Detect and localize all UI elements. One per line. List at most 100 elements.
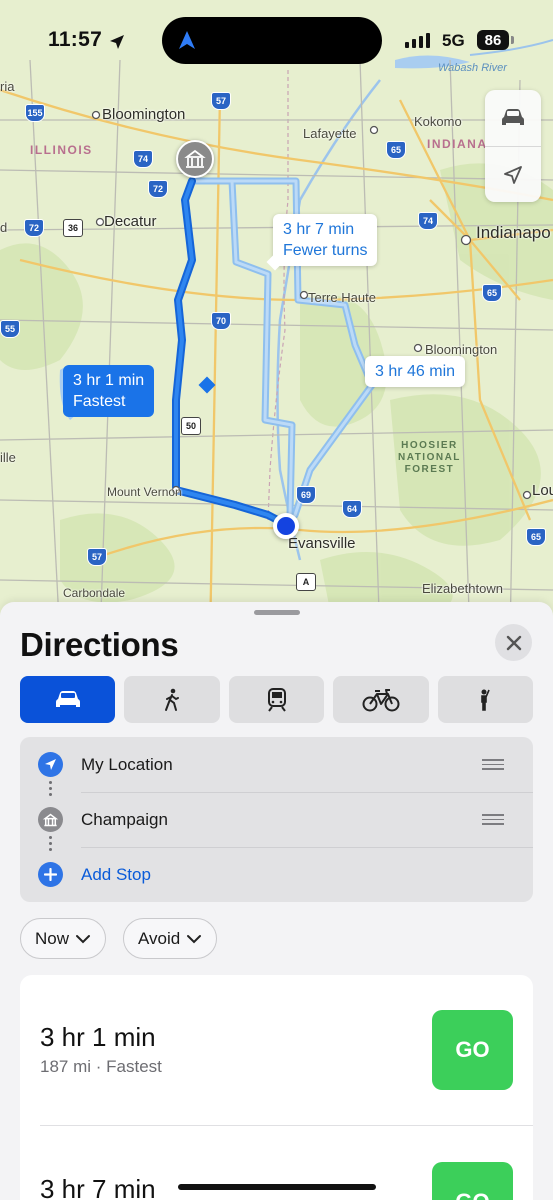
mode-rideshare-button[interactable] xyxy=(437,676,534,723)
stop-label: Champaign xyxy=(81,809,168,829)
stop-destination[interactable]: Champaign xyxy=(20,792,533,847)
walking-icon xyxy=(165,688,180,711)
network-type: 5G xyxy=(442,31,465,50)
route-duration: 3 hr 7 min xyxy=(40,1174,156,1200)
map-base xyxy=(0,39,553,640)
highway-shield: 65 xyxy=(482,284,502,302)
sheet-title: Directions xyxy=(20,626,179,663)
navigation-arrow-icon xyxy=(179,31,195,49)
mode-transit-button[interactable] xyxy=(228,676,325,723)
route-duration: 3 hr 1 min xyxy=(40,1022,156,1052)
route-callout-alt[interactable]: 3 hr 46 min xyxy=(365,356,466,387)
map-city-label: Lafayette xyxy=(303,126,357,141)
map-state-label: ILLINOIS xyxy=(30,143,93,157)
destination-pin[interactable] xyxy=(176,140,214,178)
highway-shield: 74 xyxy=(133,150,153,168)
callout-duration: 3 hr 1 min xyxy=(73,372,145,389)
home-indicator[interactable] xyxy=(178,1184,376,1190)
car-icon xyxy=(55,690,80,707)
us-route-shield: 50 xyxy=(181,417,201,435)
map-city-label: Terre Haute xyxy=(308,290,376,305)
location-arrow-icon xyxy=(38,752,63,777)
landmark-icon xyxy=(184,149,206,168)
map-city-label: ria xyxy=(0,79,15,94)
chevron-down-icon xyxy=(76,934,91,943)
highway-shield: 55 xyxy=(0,320,20,338)
highway-shield: 69 xyxy=(296,486,316,504)
stop-my-location[interactable]: My Location xyxy=(20,737,533,792)
highway-shield: 64 xyxy=(342,500,362,518)
map-state-label: INDIANA xyxy=(427,137,488,151)
map-river-label: Wabash River xyxy=(438,62,507,74)
pill-label: Avoid xyxy=(138,928,181,948)
route-option[interactable]: 3 hr 1 min 187 mi · Fastest GO xyxy=(20,975,533,1125)
map-city-label: Mount Vernon xyxy=(107,485,182,499)
map-city-label: Evansville xyxy=(288,535,356,552)
highway-shield: 72 xyxy=(24,219,44,237)
reorder-handle-icon[interactable] xyxy=(482,811,504,828)
map-view[interactable]: Bloomington Lafayette Kokomo Decatur Ind… xyxy=(0,0,553,640)
sheet-grabber[interactable] xyxy=(254,610,300,615)
go-button[interactable]: GO xyxy=(432,1010,513,1090)
close-button[interactable] xyxy=(495,624,532,661)
add-stop-label: Add Stop xyxy=(81,864,151,884)
highway-shield: 65 xyxy=(526,528,546,546)
mode-walk-button[interactable] xyxy=(124,676,220,723)
callout-tag: Fastest xyxy=(73,393,126,410)
route-options-list: 3 hr 1 min 187 mi · Fastest GO 3 hr 7 mi… xyxy=(20,975,533,1200)
plus-icon xyxy=(38,862,63,887)
callout-duration: 3 hr 46 min xyxy=(375,363,456,380)
map-city-label: Elizabethtown xyxy=(422,581,503,596)
forest-label-line: HOOSIER xyxy=(401,440,458,451)
directions-sheet: Directions My Location Champaign Add Sto… xyxy=(0,602,553,1200)
recenter-button[interactable] xyxy=(485,146,541,202)
map-controls xyxy=(485,90,541,202)
highway-shield: 57 xyxy=(87,548,107,566)
cellular-signal-icon xyxy=(405,32,430,48)
airport-marker: A xyxy=(296,573,316,591)
callout-duration: 3 hr 7 min xyxy=(283,221,355,238)
battery-indicator: 86 xyxy=(477,30,509,50)
location-arrow-icon xyxy=(504,165,522,184)
map-city-label: ille xyxy=(0,450,16,465)
train-icon xyxy=(267,687,286,712)
callout-tag: Fewer turns xyxy=(283,242,368,259)
landmark-icon xyxy=(38,807,63,832)
add-stop-button[interactable]: Add Stop xyxy=(20,847,533,902)
hailing-person-icon xyxy=(481,689,491,711)
map-city-label: Bloomington xyxy=(425,342,498,357)
avoid-dropdown[interactable]: Avoid xyxy=(123,918,218,959)
route-callout-fastest[interactable]: 3 hr 1 min Fastest xyxy=(63,365,216,417)
transport-mode-selector xyxy=(20,676,534,723)
map-mode-button[interactable] xyxy=(485,90,541,146)
map-city-label: Decatur xyxy=(104,213,157,230)
mode-cycle-button[interactable] xyxy=(333,676,429,723)
status-time: 11:57 xyxy=(48,28,103,51)
stop-label: My Location xyxy=(81,754,173,774)
map-forest-label: HOOSIER NATIONAL FOREST xyxy=(398,440,461,476)
departure-time-dropdown[interactable]: Now xyxy=(20,918,107,959)
forest-label-line: FOREST xyxy=(404,464,455,475)
map-city-label: d xyxy=(0,220,8,235)
close-icon xyxy=(506,635,521,650)
chevron-down-icon xyxy=(187,934,202,943)
us-route-shield: 36 xyxy=(63,219,83,237)
battery-cap xyxy=(511,36,514,44)
highway-shield: 72 xyxy=(148,180,168,198)
highway-shield: 155 xyxy=(25,104,45,122)
map-city-label: Indianapo xyxy=(476,223,551,242)
map-city-label: Lou xyxy=(532,482,553,499)
current-location-dot xyxy=(273,513,299,539)
pill-label: Now xyxy=(35,928,70,948)
go-button[interactable]: GO xyxy=(432,1162,513,1200)
forest-label-line: NATIONAL xyxy=(398,452,461,463)
map-city-label: Bloomington xyxy=(102,106,186,123)
route-callout-fewer-turns[interactable]: 3 hr 7 min Fewer turns xyxy=(266,214,378,271)
highway-shield: 74 xyxy=(418,212,438,230)
highway-shield: 65 xyxy=(386,141,406,159)
route-stops-list: My Location Champaign Add Stop xyxy=(20,737,533,902)
mode-drive-button[interactable] xyxy=(20,676,116,723)
map-city-label: Carbondale xyxy=(63,586,126,600)
reorder-handle-icon[interactable] xyxy=(482,756,504,773)
bicycle-icon xyxy=(362,688,400,711)
